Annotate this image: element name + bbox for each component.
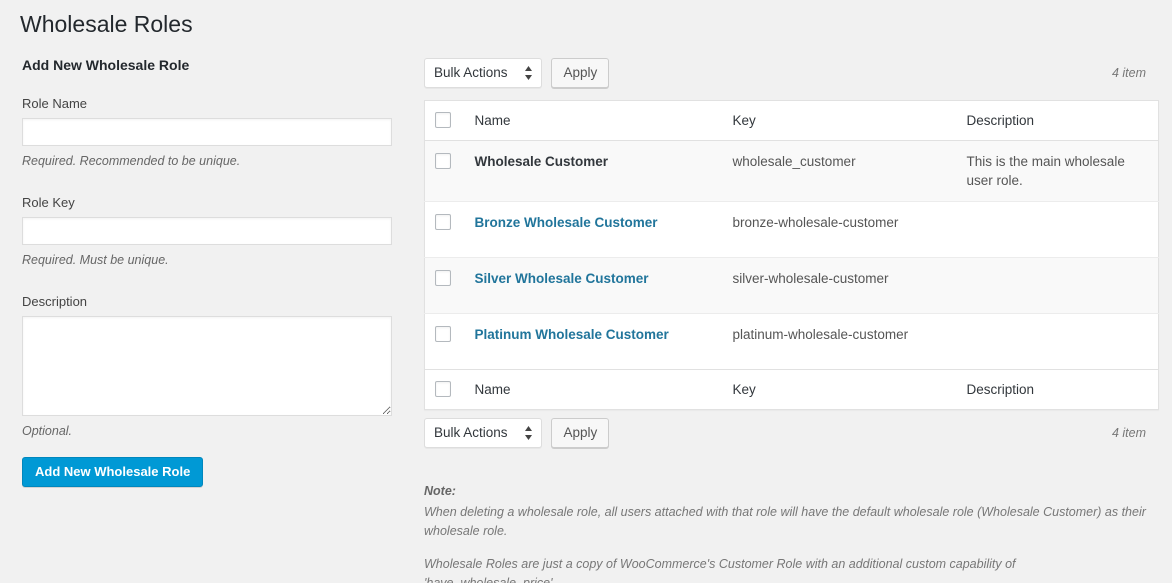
table-foot: Name Key Description [425, 370, 1159, 410]
bulk-actions-select-bottom-value: Bulk Actions [434, 425, 508, 440]
table-footer-row: Name Key Description [425, 370, 1159, 410]
row-description-cell: This is the main wholesale user role. [957, 141, 1159, 202]
row-select-cell [425, 314, 465, 370]
role-name-input[interactable] [22, 118, 392, 146]
apply-button-bottom[interactable]: Apply [551, 418, 609, 448]
table-row: Bronze Wholesale Customer bronze-wholesa… [425, 202, 1159, 258]
row-checkbox[interactable] [435, 153, 451, 169]
select-all-header-cell [425, 101, 465, 141]
chevron-updown-icon [524, 425, 533, 441]
tablenav-top: Bulk Actions Apply 4 item [424, 58, 1159, 100]
row-checkbox[interactable] [435, 270, 451, 286]
row-select-cell [425, 258, 465, 314]
description-hint: Optional. [22, 423, 394, 439]
wholesale-roles-page: Wholesale Roles Add New Wholesale Role R… [0, 0, 1172, 583]
header-key[interactable]: Key [723, 101, 957, 141]
table-row: Wholesale Customer wholesale_customer Th… [425, 141, 1159, 202]
add-role-form: Add New Wholesale Role Role Name Require… [22, 56, 394, 487]
role-key-field-group: Role Key Required. Must be unique. [22, 195, 394, 268]
role-name-link[interactable]: Platinum Wholesale Customer [475, 327, 669, 342]
footer-name[interactable]: Name [465, 370, 723, 410]
select-all-checkbox-top[interactable] [435, 112, 451, 128]
page-title: Wholesale Roles [20, 10, 193, 39]
row-name-cell: Silver Wholesale Customer [465, 258, 723, 314]
bulk-actions-select-top[interactable]: Bulk Actions [424, 58, 542, 88]
table-header-row: Name Key Description [425, 101, 1159, 141]
row-key-cell: silver-wholesale-customer [723, 258, 957, 314]
row-name-cell: Platinum Wholesale Customer [465, 314, 723, 370]
chevron-updown-icon [524, 65, 533, 81]
role-key-hint: Required. Must be unique. [22, 252, 394, 268]
row-select-cell [425, 202, 465, 258]
row-name-cell: Wholesale Customer [465, 141, 723, 202]
table-head: Name Key Description [425, 101, 1159, 141]
description-label: Description [22, 294, 394, 310]
form-heading: Add New Wholesale Role [22, 56, 394, 74]
tablenav-bottom: Bulk Actions Apply 4 item [424, 418, 1159, 460]
notes-section: Note: When deleting a wholesale role, al… [424, 482, 1159, 583]
select-all-footer-cell [425, 370, 465, 410]
table-row: Platinum Wholesale Customer platinum-who… [425, 314, 1159, 370]
role-key-label: Role Key [22, 195, 394, 211]
row-select-cell [425, 141, 465, 202]
row-description-cell [957, 202, 1159, 258]
table-body: Wholesale Customer wholesale_customer Th… [425, 141, 1159, 370]
row-name-cell: Bronze Wholesale Customer [465, 202, 723, 258]
description-field-group: Description Optional. [22, 294, 394, 439]
row-checkbox[interactable] [435, 326, 451, 342]
row-key-cell: platinum-wholesale-customer [723, 314, 957, 370]
role-name-field-group: Role Name Required. Recommended to be un… [22, 96, 394, 169]
row-description-cell [957, 314, 1159, 370]
role-name-text: Wholesale Customer [475, 154, 609, 169]
bulk-actions-select-bottom[interactable]: Bulk Actions [424, 418, 542, 448]
role-key-input[interactable] [22, 217, 392, 245]
row-description-cell [957, 258, 1159, 314]
description-textarea[interactable] [22, 316, 392, 416]
footer-key[interactable]: Key [723, 370, 957, 410]
note-label: Note: [424, 482, 1159, 501]
note-paragraph-1: When deleting a wholesale role, all user… [424, 503, 1146, 541]
footer-description[interactable]: Description [957, 370, 1159, 410]
header-name[interactable]: Name [465, 101, 723, 141]
role-name-hint: Required. Recommended to be unique. [22, 153, 394, 169]
note-paragraph-2: Wholesale Roles are just a copy of WooCo… [424, 555, 1146, 583]
item-count-bottom: 4 item [1112, 426, 1146, 440]
row-key-cell: bronze-wholesale-customer [723, 202, 957, 258]
row-checkbox[interactable] [435, 214, 451, 230]
role-name-link[interactable]: Bronze Wholesale Customer [475, 215, 658, 230]
role-name-link[interactable]: Silver Wholesale Customer [475, 271, 649, 286]
table-row: Silver Wholesale Customer silver-wholesa… [425, 258, 1159, 314]
select-all-checkbox-bottom[interactable] [435, 381, 451, 397]
item-count-top: 4 item [1112, 66, 1146, 80]
header-description[interactable]: Description [957, 101, 1159, 141]
wholesale-roles-table: Name Key Description Wholesale Customer … [424, 100, 1159, 410]
add-new-wholesale-role-button[interactable]: Add New Wholesale Role [22, 457, 203, 487]
role-name-label: Role Name [22, 96, 394, 112]
bulk-actions-select-top-value: Bulk Actions [434, 65, 508, 80]
apply-button-top[interactable]: Apply [551, 58, 609, 88]
roles-list-panel: Bulk Actions Apply 4 item Name Key Descr… [424, 58, 1159, 583]
row-key-cell: wholesale_customer [723, 141, 957, 202]
